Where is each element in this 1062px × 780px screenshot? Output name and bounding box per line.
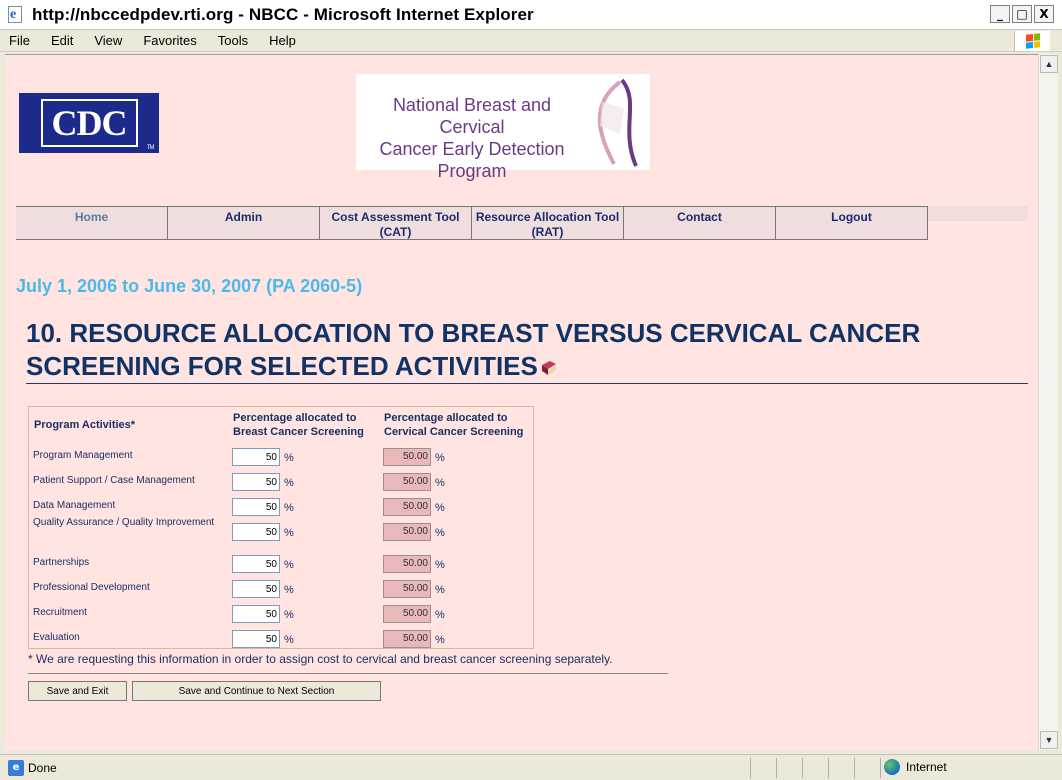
menu-favorites[interactable]: Favorites <box>140 33 199 48</box>
menu-file[interactable]: File <box>6 33 33 48</box>
button-divider <box>28 673 668 674</box>
cervical-percent-readonly: 50.00 <box>383 555 431 573</box>
breast-percent-input[interactable] <box>232 555 280 573</box>
menu-bar: File Edit View Favorites Tools Help <box>0 30 1062 52</box>
nbcc-logo-line1: National Breast and Cervical <box>392 95 552 137</box>
column-header-activity: Program Activities* <box>34 419 136 431</box>
zone-label: Internet <box>906 760 947 774</box>
activity-label: Evaluation <box>33 632 80 643</box>
page-title-line2: SCREENING FOR SELECTED ACTIVITIES <box>26 351 538 381</box>
page-title-line1: 10. RESOURCE ALLOCATION TO BREAST VERSUS… <box>26 318 921 348</box>
percent-unit: % <box>435 452 445 464</box>
status-text: Done <box>28 760 57 775</box>
column-header-cervical: Percentage allocated to Cervical Cancer … <box>384 412 524 438</box>
nav-cost-assessment-tool[interactable]: Cost Assessment Tool (CAT) <box>320 206 472 240</box>
activity-label: Data Management <box>33 500 116 511</box>
percent-unit: % <box>284 609 294 621</box>
nav-admin[interactable]: Admin <box>168 206 320 240</box>
main-navigation: Home Admin Cost Assessment Tool (CAT) Re… <box>16 206 1028 240</box>
breast-percent-input[interactable] <box>232 630 280 648</box>
breast-percent-input[interactable] <box>232 448 280 466</box>
percent-unit: % <box>435 634 445 646</box>
vertical-scrollbar[interactable]: ▲ ▼ <box>1038 54 1058 750</box>
activity-label: Partnerships <box>33 557 90 568</box>
cervical-percent-readonly: 50.00 <box>383 523 431 541</box>
menu-tools[interactable]: Tools <box>215 33 251 48</box>
scroll-up-arrow-icon[interactable]: ▲ <box>1040 55 1058 73</box>
percent-unit: % <box>284 527 294 539</box>
activity-label: Professional Development <box>33 582 150 593</box>
windows-logo-icon <box>1014 31 1050 51</box>
cdc-trademark: TM <box>146 145 155 151</box>
nbcc-logo-line2: Cancer Early Detection Program <box>379 139 565 181</box>
cervical-percent-readonly: 50.00 <box>383 498 431 516</box>
percent-unit: % <box>284 584 294 596</box>
activity-label: Patient Support / Case Management <box>33 475 195 486</box>
page-done-icon: e <box>8 759 24 776</box>
nav-home[interactable]: Home <box>16 206 168 240</box>
internet-globe-icon <box>884 759 900 775</box>
activity-label: Program Management <box>33 450 133 461</box>
cervical-percent-readonly: 50.00 <box>383 473 431 491</box>
nbcc-program-logo: National Breast and Cervical Cancer Earl… <box>356 74 650 181</box>
menu-edit[interactable]: Edit <box>48 33 76 48</box>
footnote: * We are requesting this information in … <box>28 652 613 666</box>
menu-help[interactable]: Help <box>266 33 299 48</box>
percent-unit: % <box>435 584 445 596</box>
window-titlebar: e http://nbccedpdev.rti.org - NBCC - Mic… <box>0 0 1062 30</box>
title-divider <box>26 383 1028 384</box>
activity-label: Quality Assurance / Quality Improvement <box>33 517 215 528</box>
internet-explorer-icon: e <box>6 5 26 25</box>
cervical-percent-readonly: 50.00 <box>383 630 431 648</box>
percent-unit: % <box>284 477 294 489</box>
percent-unit: % <box>435 559 445 571</box>
help-book-icon[interactable] <box>540 359 558 377</box>
save-and-continue-button[interactable]: Save and Continue to Next Section <box>132 681 381 701</box>
scroll-down-arrow-icon[interactable]: ▼ <box>1040 731 1058 749</box>
breast-percent-input[interactable] <box>232 498 280 516</box>
activity-label: Recruitment <box>33 607 87 618</box>
cervical-percent-readonly: 50.00 <box>383 448 431 466</box>
percent-unit: % <box>435 502 445 514</box>
menu-view[interactable]: View <box>91 33 125 48</box>
percent-unit: % <box>284 559 294 571</box>
reporting-period: July 1, 2006 to June 30, 2007 (PA 2060-5… <box>16 276 363 296</box>
column-header-breast: Percentage allocated to Breast Cancer Sc… <box>233 412 364 438</box>
minimize-button[interactable]: _ <box>990 5 1010 23</box>
close-button[interactable]: X <box>1034 5 1054 23</box>
nav-contact[interactable]: Contact <box>624 206 776 240</box>
cdc-logo-text: CDC <box>51 103 128 143</box>
percent-unit: % <box>284 634 294 646</box>
status-bar: e Done Internet <box>0 754 1062 780</box>
nav-resource-allocation-tool[interactable]: Resource Allocation Tool (RAT) <box>472 206 624 240</box>
percent-unit: % <box>435 609 445 621</box>
maximize-button[interactable]: □ <box>1012 5 1032 23</box>
page-title: 10. RESOURCE ALLOCATION TO BREAST VERSUS… <box>26 317 1026 383</box>
cdc-logo[interactable]: CDC TM <box>19 93 159 153</box>
security-zone: Internet <box>884 759 947 775</box>
percent-unit: % <box>284 502 294 514</box>
cervical-percent-readonly: 50.00 <box>383 605 431 623</box>
breast-percent-input[interactable] <box>232 523 280 541</box>
breast-percent-input[interactable] <box>232 473 280 491</box>
percent-unit: % <box>284 452 294 464</box>
page-viewport: CDC TM National Breast and Cervical Cance… <box>5 54 1038 750</box>
ribbon-graphic-icon <box>597 78 638 167</box>
percent-unit: % <box>435 527 445 539</box>
window-title: http://nbccedpdev.rti.org - NBCC - Micro… <box>32 4 534 24</box>
percent-unit: % <box>435 477 445 489</box>
save-and-exit-button[interactable]: Save and Exit <box>28 681 127 701</box>
nav-logout[interactable]: Logout <box>776 206 928 240</box>
cervical-percent-readonly: 50.00 <box>383 580 431 598</box>
breast-percent-input[interactable] <box>232 605 280 623</box>
breast-percent-input[interactable] <box>232 580 280 598</box>
